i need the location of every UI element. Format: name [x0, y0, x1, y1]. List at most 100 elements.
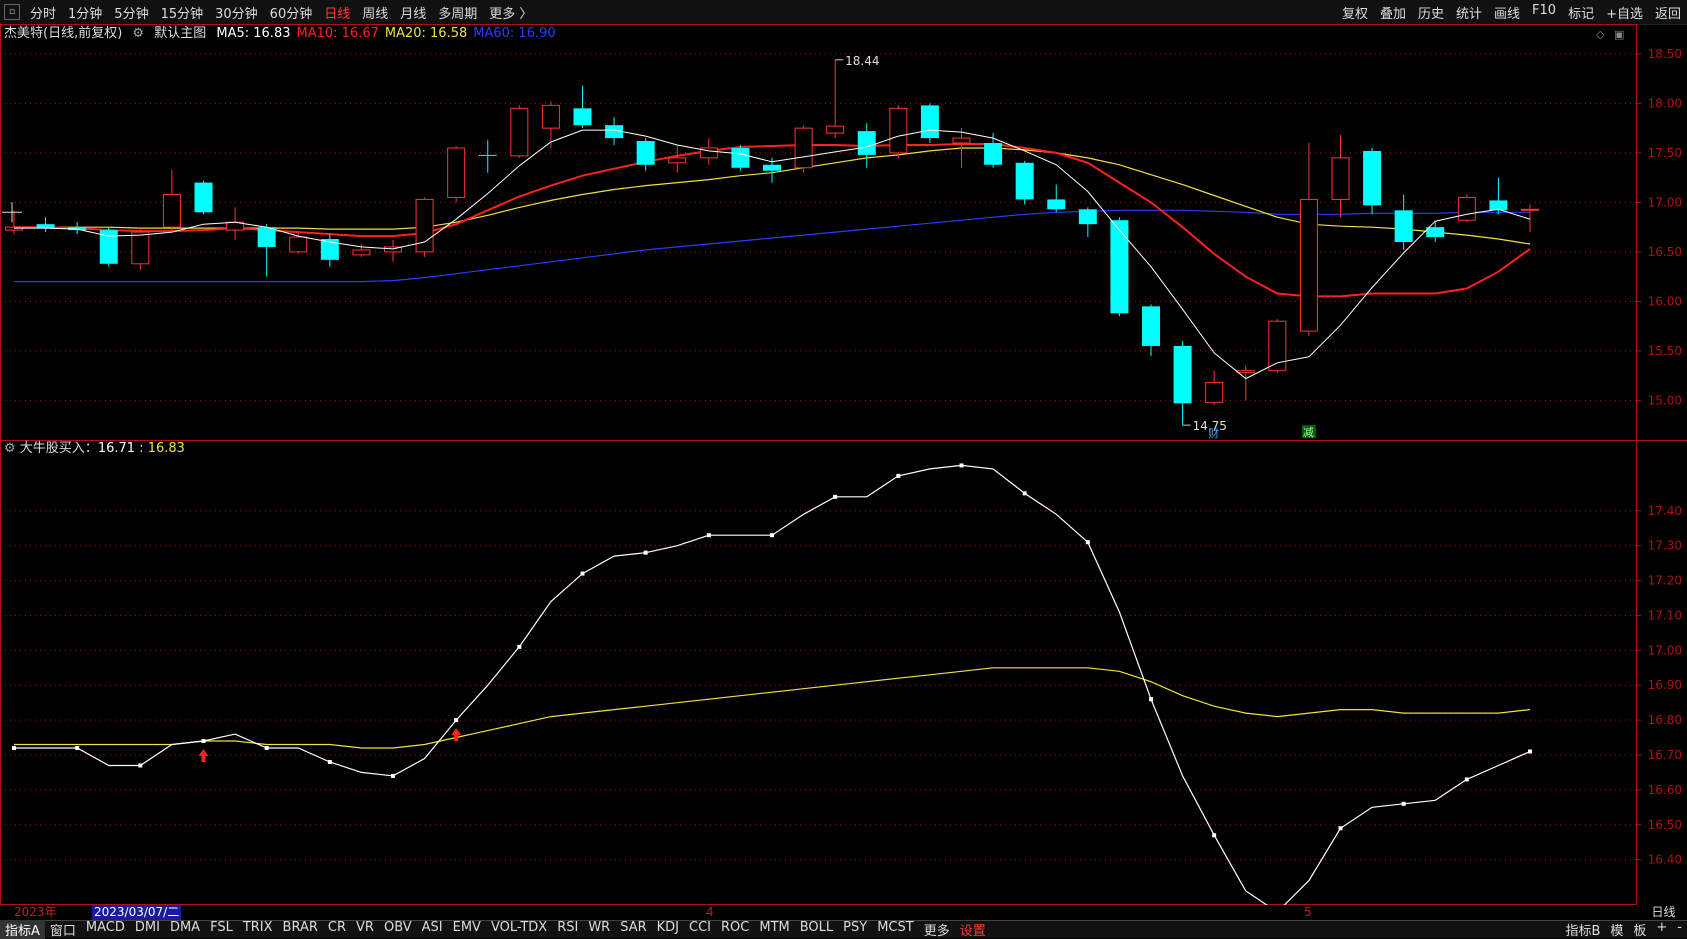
indicator-point: [391, 773, 395, 778]
candle-body: [889, 107, 908, 154]
indicator-point: [1528, 749, 1532, 754]
candle-body: [952, 137, 971, 144]
candle-body: [1521, 208, 1539, 211]
period-tab-2[interactable]: 5分钟: [108, 3, 154, 22]
indicator-tab-2[interactable]: DMA: [165, 920, 205, 939]
indicator-right-button-3[interactable]: +: [1651, 920, 1672, 939]
candle-body: [1363, 150, 1382, 206]
indicator-tab-3[interactable]: FSL: [205, 920, 238, 939]
indicator-tab-23[interactable]: 设置: [955, 920, 991, 939]
candle-body: [794, 127, 813, 169]
indicator-name[interactable]: 大牛股买入: [20, 441, 85, 456]
candle-body: [289, 236, 308, 253]
period-tab-7[interactable]: 周线: [356, 3, 394, 22]
candle-body: [1331, 157, 1350, 200]
indicator-tab-13[interactable]: WR: [583, 920, 615, 939]
indicator-y-tick-label: 17.40: [1648, 504, 1682, 518]
candle-body: [573, 108, 592, 126]
indicator-tab-19[interactable]: BOLL: [795, 920, 838, 939]
indicator-point: [12, 746, 16, 751]
indicator-tab-7[interactable]: VR: [351, 920, 379, 939]
indicator-tab-10[interactable]: EMV: [448, 920, 486, 939]
indicator-window-buttons: 指标A 窗口: [0, 920, 81, 939]
indicator-tab-15[interactable]: KDJ: [652, 920, 684, 939]
indicator-right-buttons: 指标B 模板 + -: [1560, 920, 1687, 939]
indicator-tab-8[interactable]: OBV: [379, 920, 417, 939]
indicator-point: [1212, 833, 1217, 838]
chart-area[interactable]: 18.50 18.00 17.50 17.00 16.50 16.00 15.50 15.00…: [0, 24, 1687, 905]
tool-button-3[interactable]: 统计: [1450, 3, 1488, 22]
tool-button-6[interactable]: 标记: [1562, 3, 1600, 22]
indicator-yellow-line: [14, 667, 1531, 749]
indicator-point: [138, 763, 143, 768]
indicator-tab-12[interactable]: RSI: [552, 920, 583, 939]
indicator-tab-18[interactable]: MTM: [754, 920, 794, 939]
indicator-point: [1085, 540, 1090, 545]
tool-button-8[interactable]: 返回: [1649, 3, 1687, 22]
tool-button-5[interactable]: F10: [1526, 3, 1562, 22]
indicator-y-tick-label: 16.50: [1648, 818, 1682, 832]
candle-body: [352, 249, 371, 256]
window-menu-icon[interactable]: ▫: [4, 4, 20, 20]
indicator-window-button-1[interactable]: 窗口: [45, 920, 81, 939]
main-y-tick-label: 15.50: [1648, 344, 1682, 358]
indicator-point: [1338, 826, 1343, 831]
period-tab-5[interactable]: 60分钟: [264, 3, 319, 22]
top-toolbar: ▫ 分时 1分钟 5分钟 15分钟 30分钟 60分钟 日线 周线 月线 多周期 更多 〉 复权 叠加…: [0, 0, 1687, 25]
candle-body: [1110, 220, 1129, 314]
indicator-tab-21[interactable]: MCST: [872, 920, 919, 939]
indicator-point: [1022, 491, 1027, 496]
indicator-right-button-2[interactable]: 板: [1628, 920, 1651, 939]
indicator-point: [580, 571, 585, 576]
period-tab-0[interactable]: 分时: [24, 3, 62, 22]
indicator-tab-9[interactable]: ASI: [417, 920, 448, 939]
indicator-y-tick-label: 16.90: [1648, 678, 1682, 692]
indicator-tab-17[interactable]: ROC: [716, 920, 754, 939]
tool-button-1[interactable]: 叠加: [1374, 3, 1412, 22]
month-4-label: 4: [706, 905, 714, 919]
indicator-tab-20[interactable]: PSY: [838, 920, 872, 939]
chart-frame: [0, 24, 1637, 905]
period-tab-1[interactable]: 1分钟: [62, 3, 108, 22]
period-tab-3[interactable]: 15分钟: [155, 3, 210, 22]
indicator-right-button-0[interactable]: 指标B: [1560, 920, 1605, 939]
indicator-window-button-0[interactable]: 指标A: [0, 920, 45, 939]
indicator-tab-5[interactable]: BRAR: [278, 920, 323, 939]
indicator-tab-1[interactable]: DMI: [130, 920, 165, 939]
period-tab-4[interactable]: 30分钟: [209, 3, 264, 22]
indicator-y-tick-label: 16.60: [1648, 783, 1682, 797]
indicator-tabs: MACD DMI DMA FSL TRIX BRAR CR VR OBV ASI EMV VOL-TD…: [81, 920, 991, 939]
tool-button-2[interactable]: 历史: [1412, 3, 1450, 22]
indicator-tab-4[interactable]: TRIX: [238, 920, 278, 939]
candle-body: [415, 198, 434, 253]
period-tab-10[interactable]: 更多 〉: [483, 3, 538, 22]
period-tab-6[interactable]: 日线: [318, 3, 356, 22]
period-tab-8[interactable]: 月线: [394, 3, 432, 22]
indicator-tab-0[interactable]: MACD: [81, 920, 130, 939]
indicator-point: [1149, 697, 1153, 702]
candle-body: [447, 147, 466, 198]
indicator-point: [833, 494, 838, 499]
candle-body: [920, 105, 939, 139]
indicator-tab-22[interactable]: 更多: [919, 920, 955, 939]
indicator-tab-16[interactable]: CCI: [684, 920, 716, 939]
diamond-icon: ◇: [1596, 28, 1605, 41]
period-tab-9[interactable]: 多周期: [432, 3, 483, 22]
indicator-tab-14[interactable]: SAR: [615, 920, 651, 939]
indicator-y-tick-label: 17.00: [1648, 643, 1682, 657]
indicator-y-tick-label: 17.10: [1648, 608, 1682, 622]
tool-button-7[interactable]: +自选: [1600, 3, 1649, 22]
tool-button-4[interactable]: 画线: [1488, 3, 1526, 22]
main-y-tick-label: 18.00: [1648, 96, 1682, 110]
indicator-tab-6[interactable]: CR: [323, 920, 351, 939]
indicator-tab-11[interactable]: VOL-TDX: [486, 920, 552, 939]
indicator-right-button-1[interactable]: 模: [1605, 920, 1628, 939]
indicator-right-button-4[interactable]: -: [1672, 920, 1687, 939]
indicator-y-tick-label: 16.70: [1648, 748, 1682, 762]
candle-body: [1457, 196, 1476, 221]
indicator-point: [1401, 801, 1406, 806]
month-5-label: 5: [1304, 905, 1312, 919]
candle-body: [1394, 210, 1413, 242]
tool-button-0[interactable]: 复权: [1336, 3, 1374, 22]
indicator-legend: ⚙ 大牛股买入：16.71 : 16.83: [4, 441, 185, 456]
